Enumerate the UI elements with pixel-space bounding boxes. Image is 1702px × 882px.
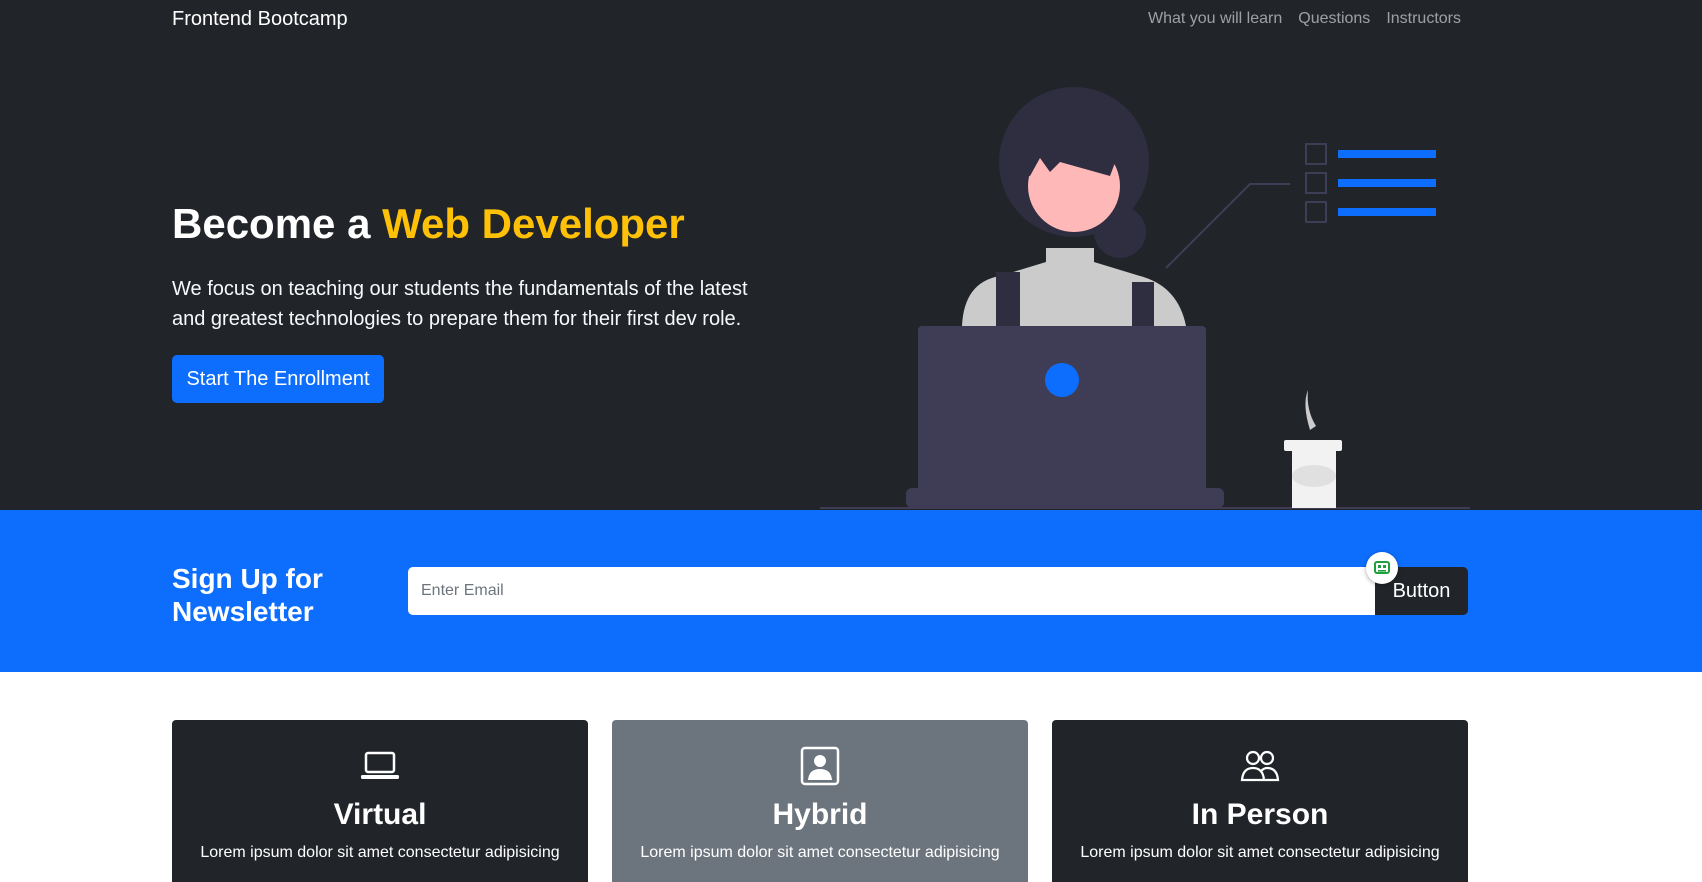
card-title: Virtual — [333, 798, 427, 831]
newsletter-title: Sign Up for Newsletter — [172, 562, 372, 628]
newsletter-title-line1: Sign Up for — [172, 563, 323, 594]
card-text: Lorem ipsum dolor sit amet consectetur a… — [640, 844, 1000, 861]
nav-link-learn[interactable]: What you will learn — [1148, 10, 1282, 28]
nav-link-questions[interactable]: Questions — [1298, 10, 1370, 28]
hero-title-prefix: Become a — [172, 200, 383, 247]
learning-modes-section: Virtual Lorem ipsum dolor sit amet conse… — [0, 672, 1702, 882]
card-hybrid: Hybrid Lorem ipsum dolor sit amet consec… — [612, 720, 1028, 882]
card-in-person: In Person Lorem ipsum dolor sit amet con… — [1052, 720, 1468, 882]
card-text: Lorem ipsum dolor sit amet consectetur a… — [200, 844, 560, 861]
hero-title: Become a Web Developer — [172, 200, 685, 248]
hero-section: Frontend Bootcamp What you will learn Qu… — [0, 0, 1702, 510]
hero-title-accent: Web Developer — [382, 200, 685, 247]
card-virtual: Virtual Lorem ipsum dolor sit amet conse… — [172, 720, 588, 882]
navbar-brand[interactable]: Frontend Bootcamp — [172, 8, 348, 31]
start-enrollment-button[interactable]: Start The Enrollment — [172, 355, 384, 403]
newsletter-title-line2: Newsletter — [172, 596, 314, 627]
person-badge-icon — [800, 746, 840, 786]
developer-illustration — [820, 87, 1470, 509]
card-title: In Person — [1191, 798, 1329, 831]
card-title: Hybrid — [772, 798, 868, 831]
newsletter-section: Sign Up for Newsletter Button — [0, 510, 1702, 672]
extension-widget-icon[interactable] — [1366, 552, 1398, 584]
hero-description: We focus on teaching our students the fu… — [172, 278, 748, 330]
nav-link-instructors[interactable]: Instructors — [1386, 10, 1461, 28]
people-icon — [1240, 750, 1280, 782]
navbar-links: What you will learn Questions Instructor… — [1148, 10, 1461, 28]
email-input[interactable] — [408, 567, 1375, 615]
laptop-icon — [361, 751, 399, 779]
card-text: Lorem ipsum dolor sit amet consectetur a… — [1080, 844, 1440, 861]
